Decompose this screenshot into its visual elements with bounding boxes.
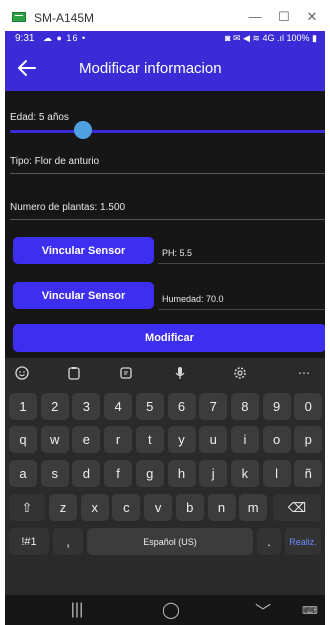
shift-key[interactable]: ⇧ <box>9 494 45 521</box>
keyboard-switch-button[interactable]: ⌨ <box>301 601 319 619</box>
system-icons: ◙ ✉ ◀ ≋ 4G .ıl <box>225 33 284 43</box>
key-9[interactable]: 9 <box>262 393 291 420</box>
key-u[interactable]: u <box>199 426 228 453</box>
home-button[interactable]: ◯ <box>161 601 181 619</box>
key-s[interactable]: s <box>40 460 69 487</box>
action-key[interactable]: Realiz. <box>285 528 321 555</box>
more-icon[interactable]: ⋯ <box>295 364 313 382</box>
key-a[interactable]: a <box>9 460 37 487</box>
key-q[interactable]: q <box>9 426 37 453</box>
key-0[interactable]: 0 <box>294 393 323 420</box>
key-e[interactable]: e <box>72 426 101 453</box>
key-4[interactable]: 4 <box>104 393 133 420</box>
keyboard-toolbar: ⋯ <box>5 358 325 388</box>
key-g[interactable]: g <box>135 460 164 487</box>
key-t[interactable]: t <box>135 426 164 453</box>
type-field[interactable]: Tipo: Flor de anturio <box>10 156 325 167</box>
key-m[interactable]: m <box>239 494 268 521</box>
modify-button[interactable]: Modificar <box>13 324 325 352</box>
status-right: ◙ ✉ ◀ ≋ 4G .ıl 100% ▮ <box>225 33 317 44</box>
key-x[interactable]: x <box>80 494 109 521</box>
key-n[interactable]: n <box>207 494 236 521</box>
phone-screen: 9:31 ☁ ● 16 • ◙ ✉ ◀ ≋ 4G .ıl 100% ▮ Modi… <box>5 31 325 625</box>
key-k[interactable]: k <box>230 460 259 487</box>
recents-button[interactable]: ||| <box>67 601 87 619</box>
close-button[interactable]: ✕ <box>302 9 322 25</box>
key-i[interactable]: i <box>230 426 259 453</box>
key-f[interactable]: f <box>104 460 133 487</box>
window-titlebar: SM-A145M — ☐ ✕ <box>0 0 330 31</box>
key-1[interactable]: 1 <box>9 393 37 420</box>
key-3[interactable]: 3 <box>72 393 101 420</box>
symbols-key[interactable]: !#1 <box>9 528 49 555</box>
microphone-icon[interactable] <box>171 364 189 382</box>
battery-level: 100% <box>286 33 310 43</box>
key-8[interactable]: 8 <box>230 393 259 420</box>
page-title: Modificar informacion <box>79 60 222 77</box>
key-p[interactable]: p <box>294 426 323 453</box>
status-bar: 9:31 ☁ ● 16 • ◙ ✉ ◀ ≋ 4G .ıl 100% ▮ <box>5 31 325 48</box>
key-7[interactable]: 7 <box>199 393 228 420</box>
age-label: Edad: 5 años <box>10 112 69 123</box>
navigation-bar: ||| ◯ ﹀ ⌨ <box>5 595 325 625</box>
key-l[interactable]: l <box>262 460 291 487</box>
key-ñ[interactable]: ñ <box>294 460 323 487</box>
key-6[interactable]: 6 <box>167 393 196 420</box>
key-w[interactable]: w <box>40 426 69 453</box>
key-c[interactable]: c <box>112 494 141 521</box>
device-icon <box>12 12 26 22</box>
key-r[interactable]: r <box>104 426 133 453</box>
key-z[interactable]: z <box>49 494 77 521</box>
clipboard-icon[interactable] <box>65 364 83 382</box>
key-d[interactable]: d <box>72 460 101 487</box>
comma-key[interactable]: , <box>53 528 83 555</box>
key-v[interactable]: v <box>144 494 173 521</box>
arrow-left-icon[interactable] <box>15 56 39 80</box>
key-y[interactable]: y <box>167 426 196 453</box>
humidity-value-field[interactable]: Humedad: 70.0 <box>158 282 325 310</box>
age-slider-track[interactable] <box>10 130 325 133</box>
minimize-button[interactable]: — <box>245 9 265 24</box>
maximize-button[interactable]: ☐ <box>274 9 294 25</box>
space-bar[interactable]: Español (US) <box>87 528 253 555</box>
status-time: 9:31 <box>15 33 35 44</box>
type-field-underline <box>10 173 325 174</box>
notification-icons: ☁ ● 16 • <box>43 33 87 43</box>
window-title: SM-A145M <box>34 11 95 25</box>
settings-icon[interactable] <box>231 364 249 382</box>
app-bar: Modificar informacion <box>5 48 325 91</box>
plants-field[interactable]: Numero de plantas: 1.500 <box>10 202 325 213</box>
ph-value-field[interactable]: PH: 5.5 <box>158 236 325 264</box>
plants-field-underline <box>10 219 325 220</box>
key-j[interactable]: j <box>199 460 228 487</box>
sticker-icon[interactable] <box>117 364 135 382</box>
key-2[interactable]: 2 <box>40 393 69 420</box>
key-b[interactable]: b <box>175 494 204 521</box>
key-o[interactable]: o <box>262 426 291 453</box>
backspace-key[interactable]: ⌫ <box>273 494 321 521</box>
key-h[interactable]: h <box>167 460 196 487</box>
key-5[interactable]: 5 <box>135 393 164 420</box>
link-ph-sensor-button[interactable]: Vincular Sensor <box>13 237 154 264</box>
battery-icon: ▮ <box>312 33 317 43</box>
age-slider-thumb[interactable] <box>74 121 92 139</box>
back-button[interactable]: ﹀ <box>253 601 273 621</box>
period-key[interactable]: . <box>257 528 281 555</box>
link-humidity-sensor-button[interactable]: Vincular Sensor <box>13 282 154 309</box>
emoji-icon[interactable] <box>13 364 31 382</box>
onscreen-keyboard: ⋯ 1 2 3 4 5 6 7 8 9 0 q w e r t y u i o p a s d f g h j k l ñ ⇧ z x c v b n m… <box>5 358 325 595</box>
